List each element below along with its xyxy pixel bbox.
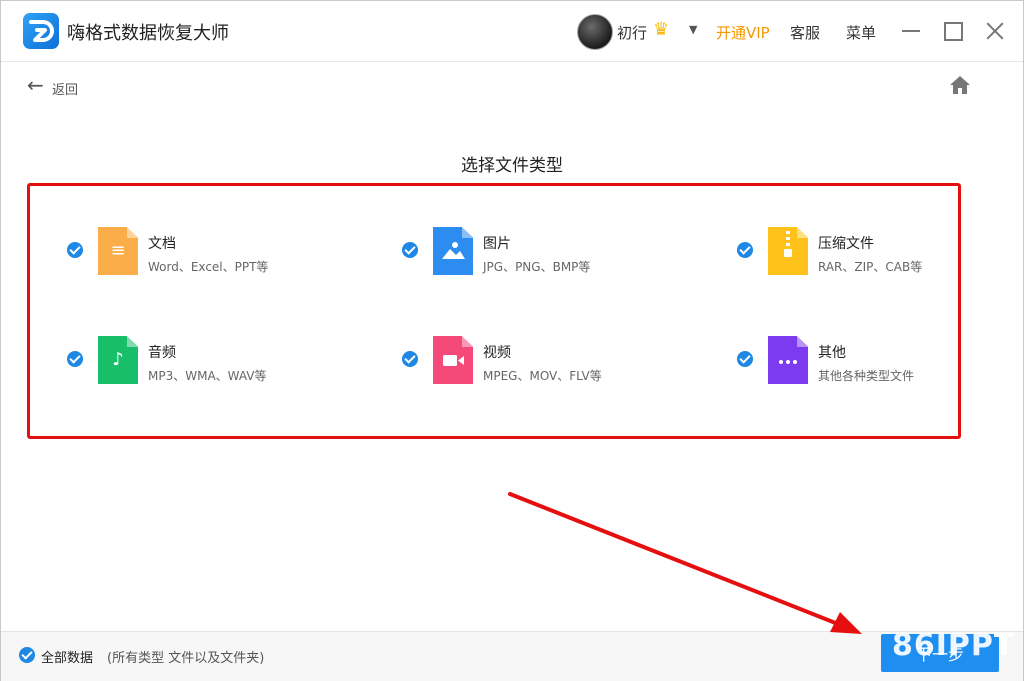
- file-type-other[interactable]: 其他 其他各种类型文件: [737, 336, 1024, 388]
- checkbox-checked-icon[interactable]: [737, 351, 753, 367]
- checkbox-checked-icon[interactable]: [67, 242, 83, 258]
- checkbox-checked-icon[interactable]: [737, 242, 753, 258]
- close-icon[interactable]: [981, 17, 1009, 45]
- next-button[interactable]: 下一步: [881, 634, 999, 672]
- chevron-down-icon[interactable]: ▼: [689, 23, 697, 36]
- title-bar: 嗨格式数据恢复大师 初行 ♛ ▼ 开通VIP 客服 菜单: [1, 1, 1023, 62]
- app-title: 嗨格式数据恢复大师: [67, 23, 229, 44]
- home-icon[interactable]: [949, 75, 971, 95]
- file-type-name: 音频: [148, 345, 176, 361]
- document-icon: ≡: [98, 227, 138, 275]
- avatar[interactable]: [577, 14, 613, 50]
- file-type-desc: RAR、ZIP、CAB等: [818, 260, 923, 274]
- checkbox-checked-icon[interactable]: [402, 242, 418, 258]
- username[interactable]: 初行: [617, 22, 647, 43]
- file-type-name: 图片: [483, 236, 511, 252]
- file-type-archive[interactable]: 压缩文件 RAR、ZIP、CAB等: [737, 227, 1024, 279]
- file-type-name: 视频: [483, 345, 511, 361]
- file-type-desc: 其他各种类型文件: [818, 369, 915, 383]
- file-type-audio[interactable]: ♪ 音频 MP3、WMA、WAV等: [67, 336, 357, 388]
- file-type-name: 文档: [148, 236, 176, 252]
- file-type-desc: MPEG、MOV、FLV等: [483, 369, 602, 383]
- file-type-highlight-box: [27, 183, 961, 439]
- file-type-desc: Word、Excel、PPT等: [148, 260, 269, 274]
- maximize-icon[interactable]: [939, 17, 967, 45]
- file-type-image[interactable]: 图片 JPG、PNG、BMP等: [402, 227, 692, 279]
- vip-link[interactable]: 开通VIP: [716, 22, 770, 43]
- file-type-video[interactable]: 视频 MPEG、MOV、FLV等: [402, 336, 692, 388]
- file-type-name: 压缩文件: [818, 236, 874, 252]
- checkbox-checked-icon[interactable]: [67, 351, 83, 367]
- footer-bar: 全部数据 (所有类型 文件以及文件夹) 下一步: [1, 631, 1023, 681]
- select-all-checkbox[interactable]: [19, 647, 35, 663]
- checkbox-checked-icon[interactable]: [402, 351, 418, 367]
- image-icon: [433, 227, 473, 275]
- file-type-desc: JPG、PNG、BMP等: [483, 260, 591, 274]
- app-window: 嗨格式数据恢复大师 初行 ♛ ▼ 开通VIP 客服 菜单 ← 返回 选择文件类型…: [0, 0, 1024, 681]
- customer-service-link[interactable]: 客服: [790, 22, 820, 43]
- arrow-left-icon: ←: [27, 73, 44, 97]
- select-all-desc: (所有类型 文件以及文件夹): [107, 651, 265, 666]
- back-label: 返回: [52, 83, 79, 98]
- crown-icon: ♛: [653, 19, 670, 40]
- archive-icon: [768, 227, 808, 275]
- more-icon: [768, 336, 808, 384]
- music-icon: ♪: [98, 336, 138, 384]
- menu-link[interactable]: 菜单: [846, 22, 876, 43]
- section-title: 选择文件类型: [461, 156, 563, 176]
- minimize-icon[interactable]: [897, 17, 925, 45]
- video-icon: [433, 336, 473, 384]
- file-type-document[interactable]: ≡ 文档 Word、Excel、PPT等: [67, 227, 357, 279]
- file-type-desc: MP3、WMA、WAV等: [148, 369, 267, 383]
- select-all-label[interactable]: 全部数据: [41, 647, 93, 666]
- file-type-name: 其他: [818, 345, 846, 361]
- app-logo-icon: [23, 13, 59, 49]
